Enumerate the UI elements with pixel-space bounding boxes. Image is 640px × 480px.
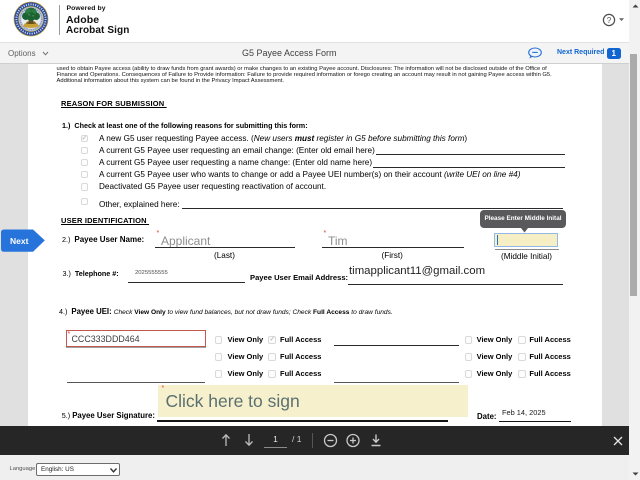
svg-text:Next: Next xyxy=(10,235,29,245)
svg-text:?: ? xyxy=(607,16,612,25)
